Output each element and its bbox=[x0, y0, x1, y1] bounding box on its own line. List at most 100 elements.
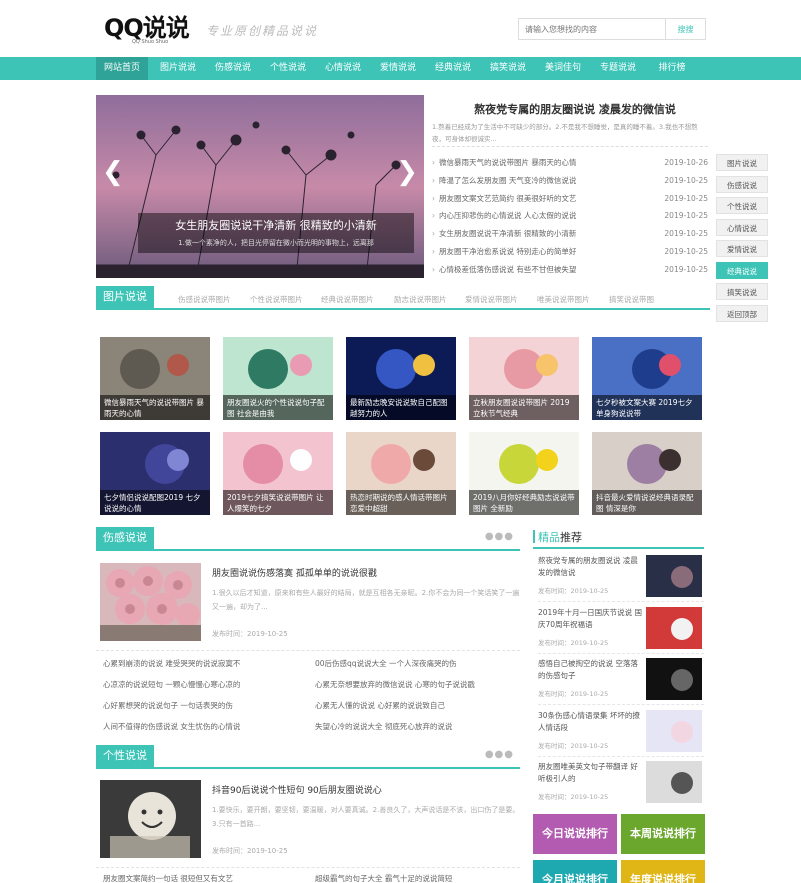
bullet-icon: › bbox=[432, 247, 435, 256]
nav-item-personal[interactable]: 个性说说 bbox=[262, 57, 314, 80]
list-item[interactable]: 心好累想哭的说说句子 一句话表哭的伤 bbox=[103, 699, 313, 713]
pictures-tab[interactable]: 爱情说说带图片 bbox=[465, 294, 518, 305]
side-tag-4[interactable]: 爱情说说 bbox=[716, 240, 768, 257]
nav-item-pictures[interactable]: 图片说说 bbox=[152, 57, 204, 80]
pictures-tab[interactable]: 搞笑说说带图 bbox=[609, 294, 654, 305]
picture-card[interactable]: 立秋朋友圈说说带图片 2019立秋节气经典 bbox=[469, 337, 579, 420]
nav-item-topics[interactable]: 专题说说 bbox=[592, 57, 644, 80]
list-item[interactable]: 心凉凉的说说短句 一颗心慢慢心寒心凉的 bbox=[103, 678, 313, 692]
side-tag-7[interactable]: 返回顶部 bbox=[716, 304, 768, 322]
recommend-item-title[interactable]: 2019年十月一日国庆节说说 国庆70周年祝福语 bbox=[538, 607, 642, 631]
slider-next-icon[interactable]: ❯ bbox=[396, 157, 418, 187]
ellipsis-icon[interactable]: ●●● bbox=[485, 749, 514, 760]
pictures-section-title[interactable]: 图片说说 bbox=[96, 286, 154, 308]
divider bbox=[538, 755, 704, 757]
news-item[interactable]: › 朋友圈干净治愈系说说 特别走心的简单好 2019-10-25 bbox=[432, 244, 710, 260]
personal-lead-desc: 1.要快乐，要开朗，要坚韧，要温暖，对人要真诚。2.善良久了，大声说话是不该，出… bbox=[212, 806, 520, 828]
nav-item-sad[interactable]: 伤感说说 bbox=[207, 57, 259, 80]
rank-week-button[interactable]: 本周说说排行 bbox=[621, 814, 705, 854]
slider-prev-icon[interactable]: ❮ bbox=[102, 157, 124, 187]
side-tag-6[interactable]: 搞笑说说 bbox=[716, 283, 768, 300]
personal-section-title[interactable]: 个性说说 bbox=[96, 745, 154, 767]
sad-lead-title[interactable]: 朋友圈说说伤感落寞 孤孤单单的说说很戳 bbox=[212, 566, 377, 579]
news-title: 心情极差低落伤感说说 有些不甘但被失望 bbox=[439, 264, 577, 274]
pictures-tab[interactable]: 个性说说带图片 bbox=[250, 294, 303, 305]
news-item[interactable]: › 降温了怎么发朋友圈 天气变冷的微信说说 2019-10-25 bbox=[432, 173, 710, 189]
nav-item-ranking[interactable]: 排行榜 bbox=[646, 57, 698, 80]
side-tag-5[interactable]: 经典说说 bbox=[716, 261, 768, 279]
divider bbox=[96, 867, 520, 868]
picture-card[interactable]: 热恋时期说的感人情话带图片 恋爱中超甜 bbox=[346, 432, 456, 515]
list-item[interactable]: 超级霸气的句子大全 霸气十足的说说简短 bbox=[315, 872, 525, 883]
picture-card[interactable]: 抖音最火爱情说说经典语录配图 情深是你 bbox=[592, 432, 702, 515]
nav-item-classic[interactable]: 经典说说 bbox=[427, 57, 479, 80]
list-item[interactable]: 00后伤感qq说说大全 一个人深夜痛哭的伤 bbox=[315, 657, 525, 671]
sad-lead-time: 发布时间：2019-10-25 bbox=[212, 630, 288, 638]
list-item[interactable]: 心累无人懂的说说 心好累的说说致自己 bbox=[315, 699, 525, 713]
news-date: 2019-10-26 bbox=[664, 158, 708, 167]
list-item[interactable]: 人间不值得的伤感说说 女生忧伤的心情说 bbox=[103, 720, 313, 734]
personal-lead-image[interactable] bbox=[100, 780, 201, 858]
recommend-item-title[interactable]: 30条伤感心情语录集 坏坏的撩人情话段 bbox=[538, 710, 642, 734]
side-tag-3[interactable]: 心情说说 bbox=[716, 218, 768, 236]
news-title: 女生朋友圈说说干净清新 很精致的小清新 bbox=[439, 229, 577, 239]
logo-subtitle: QQ Shuo Shuo bbox=[132, 39, 169, 45]
recommend-item-image[interactable] bbox=[646, 555, 702, 597]
news-title: 朋友圈干净治愈系说说 特别走心的简单好 bbox=[439, 247, 577, 256]
recommend-item-image[interactable] bbox=[646, 709, 702, 752]
card-caption: 微信暴雨天气的说说带图片 暴雨天的心情 bbox=[100, 395, 210, 420]
rank-month-button[interactable]: 今月说说排行 bbox=[533, 860, 617, 883]
search-input[interactable] bbox=[519, 19, 665, 39]
picture-card[interactable]: 2019八月你好经典励志说说带图片 全新励 bbox=[469, 432, 579, 515]
list-item[interactable]: 心累无奈想要放弃的微信说说 心寒的句子说说戳 bbox=[315, 678, 525, 692]
news-item[interactable]: › 微信暴雨天气的说说带图片 暴雨天的心情 2019-10-26 bbox=[432, 155, 710, 171]
site-logo[interactable]: QQ说说 bbox=[104, 8, 190, 43]
picture-card[interactable]: 朋友圈说火的个性说说句子配图 社会是由我 bbox=[223, 337, 333, 420]
nav-item-funny[interactable]: 搞笑说说 bbox=[482, 57, 534, 80]
hero-slider[interactable]: ❮ ❯ 女生朋友圈说说干净清新 很精致的小清新 1.做一个素净的人，把目光停留在… bbox=[96, 95, 424, 278]
side-tag-1[interactable]: 伤感说说 bbox=[716, 175, 768, 193]
rank-year-button[interactable]: 年度说说排行 bbox=[621, 860, 705, 883]
recommend-item-image[interactable] bbox=[646, 658, 702, 700]
nav-item-mood[interactable]: 心情说说 bbox=[317, 57, 369, 80]
pictures-tab[interactable]: 唯美说说带图片 bbox=[537, 294, 590, 305]
news-date: 2019-10-25 bbox=[664, 229, 708, 239]
recommend-item-title[interactable]: 感悟自己被掏空的说说 空落落的伤感句子 bbox=[538, 658, 642, 682]
sad-section-title[interactable]: 伤感说说 bbox=[96, 527, 154, 549]
picture-card[interactable]: 最新励志晚安说说致自己配图 越努力的人 bbox=[346, 337, 456, 420]
news-item[interactable]: › 心情极差低落伤感说说 有些不甘但被失望 2019-10-25 bbox=[432, 262, 710, 278]
list-item[interactable]: 失望心冷的说说大全 彻底死心放弃的说说 bbox=[315, 720, 525, 734]
pictures-tab[interactable]: 经典说说带图片 bbox=[321, 294, 374, 305]
search-button[interactable]: 搜搜 bbox=[665, 19, 705, 39]
recommend-item-image[interactable] bbox=[646, 761, 702, 803]
news-item[interactable]: › 内心压抑悲伤的心情说说 人心太假的说说 2019-10-25 bbox=[432, 208, 710, 224]
featured-title[interactable]: 熬夜党专属的朋友圈说说 凌晨发的微信说 bbox=[440, 101, 710, 117]
list-item[interactable]: 心累到崩溃的说说 难受哭哭的说说寂寞不 bbox=[103, 657, 313, 671]
sad-lead-image[interactable] bbox=[100, 563, 201, 641]
nav-item-home[interactable]: 网站首页 bbox=[96, 57, 148, 80]
picture-card[interactable]: 微信暴雨天气的说说带图片 暴雨天的心情 bbox=[100, 337, 210, 420]
recommend-item-title[interactable]: 朋友圈唯美英文句子带翻译 好听极引人的 bbox=[538, 761, 642, 785]
picture-card[interactable]: 七夕情侣说说配图2019 七夕说说的心情 bbox=[100, 432, 210, 515]
nav-item-quotes[interactable]: 美词佳句 bbox=[537, 57, 589, 80]
ellipsis-icon[interactable]: ●●● bbox=[485, 531, 514, 542]
news-date: 2019-10-25 bbox=[664, 211, 708, 221]
personal-lead-title[interactable]: 抖音90后说说个性短句 90后朋友圈说说心 bbox=[212, 783, 382, 796]
slider-caption[interactable]: 女生朋友圈说说干净清新 很精致的小清新 1.做一个素净的人，把目光停留在微小而光… bbox=[138, 213, 414, 253]
news-item[interactable]: › 朋友圈文案文艺范简约 很美很好听的文艺 2019-10-25 bbox=[432, 191, 710, 207]
pictures-tab[interactable]: 伤感说说带图片 bbox=[178, 294, 231, 305]
news-item[interactable]: › 女生朋友圈说说干净清新 很精致的小清新 2019-10-25 bbox=[432, 226, 710, 242]
side-tag-2[interactable]: 个性说说 bbox=[716, 197, 768, 214]
recommend-item-image[interactable] bbox=[646, 606, 702, 649]
rank-today-button[interactable]: 今日说说排行 bbox=[533, 814, 617, 854]
side-tag-0[interactable]: 图片说说 bbox=[716, 154, 768, 171]
nav-item-love[interactable]: 爱情说说 bbox=[372, 57, 424, 80]
pictures-tab[interactable]: 励志说说带图片 bbox=[394, 294, 447, 305]
main-nav: 网站首页 图片说说 伤感说说 个性说说 心情说说 爱情说说 经典说说 搞笑说说 … bbox=[0, 57, 801, 80]
picture-card[interactable]: 2019七夕搞笑说说带图片 让人爆笑的七夕 bbox=[223, 432, 333, 515]
picture-card[interactable]: 七夕秒被文案大赛 2019七夕单身狗说说带 bbox=[592, 337, 702, 420]
divider bbox=[538, 601, 704, 602]
recommend-item-title[interactable]: 熬夜党专属的朋友圈说说 凌晨发的微信说 bbox=[538, 555, 642, 579]
list-item[interactable]: 朋友圈文案简约一句话 很短但又有文艺 bbox=[103, 872, 313, 883]
card-caption: 七夕秒被文案大赛 2019七夕单身狗说说带 bbox=[592, 395, 702, 420]
